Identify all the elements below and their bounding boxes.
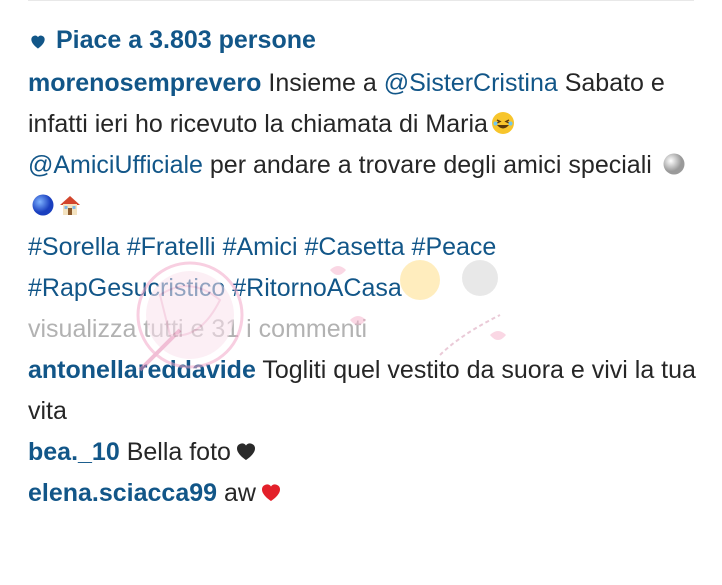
- likes-count[interactable]: Piace a 3.803 persone: [56, 20, 316, 61]
- comment-item: bea._10 Bella foto: [28, 432, 696, 473]
- hashtag[interactable]: #Casetta: [305, 233, 405, 261]
- view-all-comments-link[interactable]: visualizza tutti e 31 i commenti: [28, 309, 696, 350]
- caption-text-3: per andare a trovare degli amici special…: [209, 151, 652, 179]
- hashtag[interactable]: #Amici: [223, 233, 298, 261]
- caption-text-1: Insieme a: [268, 69, 377, 97]
- hashtags-line-1: #Sorella #Fratelli #Amici #Casetta #Peac…: [28, 227, 696, 268]
- caption-username[interactable]: morenosemprevero: [28, 69, 261, 97]
- house-icon: [60, 196, 80, 215]
- comment-username[interactable]: bea._10: [28, 438, 120, 466]
- red-heart-icon: [261, 484, 280, 501]
- comment-text: aw: [224, 479, 256, 507]
- comment-item: elena.sciacca99 aw: [28, 473, 696, 514]
- white-circle-icon: [663, 153, 685, 175]
- blue-circle-icon: [32, 194, 54, 216]
- hashtag[interactable]: #Peace: [412, 233, 497, 261]
- mention-amiciufficiale[interactable]: @AmiciUfficiale: [28, 151, 203, 179]
- comment-text: Bella foto: [126, 438, 231, 466]
- heart-icon: [31, 35, 45, 48]
- black-heart-icon: [236, 443, 255, 460]
- hashtag[interactable]: #RitornoACasa: [232, 274, 402, 302]
- likes-row[interactable]: Piace a 3.803 persone: [28, 20, 696, 61]
- hashtags-line-2: #RapGesucristico #RitornoACasa: [28, 268, 696, 309]
- hashtag[interactable]: #RapGesucristico: [28, 274, 225, 302]
- hashtag[interactable]: #Fratelli: [127, 233, 216, 261]
- top-divider: [28, 0, 694, 1]
- caption: morenosemprevero Insieme a @SisterCristi…: [28, 63, 696, 309]
- comment-item: antonellareddavide Togliti quel vestito …: [28, 350, 696, 432]
- mention-sistercristina[interactable]: @SisterCristina: [384, 69, 558, 97]
- hashtag[interactable]: #Sorella: [28, 233, 120, 261]
- comment-username[interactable]: elena.sciacca99: [28, 479, 217, 507]
- laughing-face-icon: [491, 112, 514, 134]
- comment-username[interactable]: antonellareddavide: [28, 356, 256, 384]
- post-info: Piace a 3.803 persone morenosemprevero I…: [28, 20, 696, 514]
